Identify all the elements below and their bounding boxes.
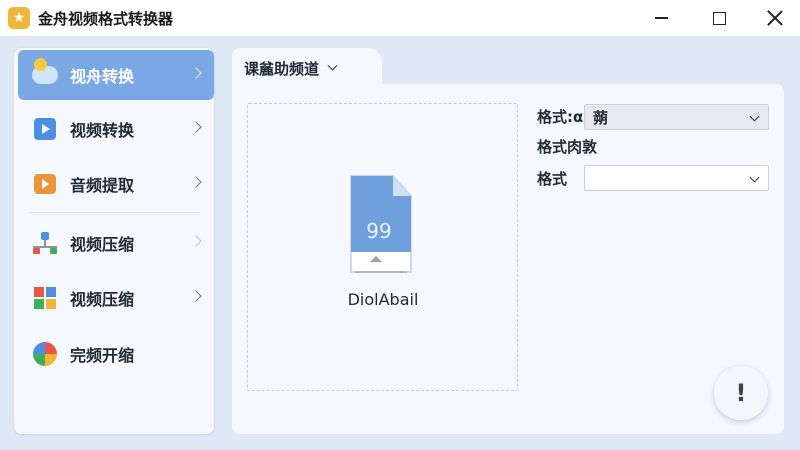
- star-app-icon: ★: [8, 7, 30, 29]
- format-select-2[interactable]: [584, 165, 769, 191]
- chevron-right-icon: [190, 235, 202, 247]
- format-select[interactable]: 蒴: [584, 104, 769, 130]
- chevron-down-icon: [749, 111, 760, 122]
- sidebar-item-video-convert[interactable]: 视频转换: [18, 104, 214, 154]
- sidebar-item-label: 视舟转换: [70, 67, 135, 86]
- title-bar: ★ 金舟视频格式转换器: [0, 0, 800, 36]
- network-icon: [33, 232, 57, 254]
- chevron-down-icon: [749, 172, 760, 183]
- color-wheel-icon: [33, 342, 57, 366]
- sidebar-item-video-convert-main[interactable]: 视舟转换: [18, 50, 214, 100]
- cloud-sun-icon: [32, 58, 58, 84]
- sidebar-item-video-compress-2[interactable]: 视频压缩: [18, 273, 214, 323]
- video-file-icon: 99: [350, 175, 412, 273]
- chevron-down-icon: [327, 60, 338, 71]
- sidebar-item-audio-extract[interactable]: 音频提取: [18, 159, 214, 209]
- file-badge-text: 99: [366, 219, 391, 243]
- chevron-right-icon: [190, 176, 202, 188]
- maximize-icon: [712, 11, 726, 25]
- format-label-2: 格式: [537, 170, 568, 188]
- close-button[interactable]: [752, 0, 798, 36]
- sidebar-item-label: 视频压缩: [70, 290, 135, 309]
- chevron-right-icon: [190, 67, 202, 79]
- sidebar-item-complete[interactable]: 完频开缩: [18, 329, 214, 379]
- file-label: DiolAbail: [347, 290, 419, 309]
- start-button[interactable]: !: [714, 366, 768, 420]
- sidebar-item-label: 视频压缩: [70, 235, 135, 254]
- sidebar-item-video-compress[interactable]: 视频压缩: [18, 218, 214, 268]
- tab-label: 课麄助频道: [244, 59, 320, 78]
- format-label: 格式:α: [537, 108, 584, 126]
- sidebar-item-label: 视频转换: [70, 121, 135, 140]
- sidebar-divider: [30, 212, 200, 213]
- exclamation-icon: !: [735, 379, 747, 407]
- sidebar-item-label: 完频开缩: [70, 346, 135, 365]
- video-play-icon: [34, 118, 56, 140]
- close-icon: [767, 10, 783, 26]
- sidebar-item-label: 音频提取: [70, 176, 135, 195]
- window-title: 金舟视频格式转换器: [38, 9, 174, 28]
- audio-extract-icon: [34, 174, 56, 194]
- minimize-icon: [654, 17, 668, 19]
- chevron-right-icon: [190, 290, 202, 302]
- format-section-label: 格式肉敦: [537, 138, 598, 156]
- sidebar: 视舟转换 视频转换 音频提取 视频压缩 视频压缩 完频开缩: [14, 48, 214, 434]
- format-select-value: 蒴: [593, 108, 609, 127]
- minimize-button[interactable]: [638, 0, 684, 36]
- tab-channel[interactable]: 课麄助频道: [232, 48, 382, 88]
- grid-icon: [34, 287, 56, 309]
- maximize-button[interactable]: [696, 0, 742, 36]
- chevron-right-icon: [190, 121, 202, 133]
